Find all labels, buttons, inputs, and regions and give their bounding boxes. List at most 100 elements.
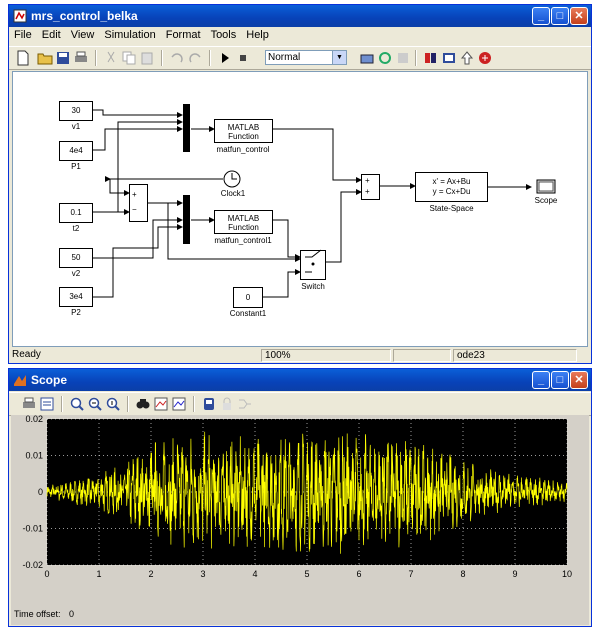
undo-icon[interactable] (169, 50, 185, 66)
scope-label: Scope (534, 196, 558, 205)
library-browser-icon[interactable] (423, 50, 439, 66)
redo-icon[interactable] (187, 50, 203, 66)
menu-file[interactable]: File (9, 27, 37, 41)
paste-icon[interactable] (139, 50, 155, 66)
build-icon[interactable] (359, 50, 375, 66)
constant-p2-block[interactable]: 3e4 (59, 287, 93, 307)
print-icon[interactable] (21, 396, 37, 412)
clock-label: Clock1 (220, 189, 246, 198)
scope-plot[interactable]: 0 1 2 3 4 5 6 7 8 9 10 0.02 0.01 0 -0.01 -0.02 (11, 415, 589, 605)
copy-icon[interactable] (121, 50, 137, 66)
y-tick-label: 0 (38, 487, 43, 497)
menu-help[interactable]: Help (241, 27, 274, 41)
new-model-icon[interactable] (15, 50, 31, 66)
x-tick-label: 2 (148, 569, 153, 579)
close-button[interactable]: ✕ (570, 7, 588, 25)
autoscale-icon[interactable] (135, 396, 151, 412)
constant-p2-label: P2 (71, 308, 81, 317)
update-diagram-icon[interactable] (377, 50, 393, 66)
model-titlebar[interactable]: mrs_control_belka _ □ ✕ (9, 5, 591, 27)
constant-v2-block[interactable]: 50 (59, 248, 93, 268)
parameters-icon[interactable] (39, 396, 55, 412)
menu-format[interactable]: Format (161, 27, 206, 41)
zoom-y-icon[interactable] (105, 396, 121, 412)
menu-view[interactable]: View (66, 27, 100, 41)
model-window-title: mrs_control_belka (31, 9, 138, 23)
model-window: mrs_control_belka _ □ ✕ File Edit View Simu… (8, 4, 592, 364)
constant-v1-label: v1 (71, 122, 81, 131)
matlab-function-1-label: matfun_control (216, 145, 270, 154)
scope-window-title: Scope (31, 373, 68, 387)
x-tick-label: 7 (408, 569, 413, 579)
constant-p1-label: P1 (71, 162, 81, 171)
matlab-function-2-label: matfun_control1 (214, 236, 272, 245)
y-tick-label: 0.01 (25, 451, 43, 461)
debug-icon[interactable] (395, 50, 411, 66)
x-tick-label: 3 (200, 569, 205, 579)
matlab-icon (14, 375, 26, 386)
x-tick-label: 0 (44, 569, 49, 579)
print-icon[interactable] (73, 50, 89, 66)
simulink-icon (13, 9, 27, 23)
zoom-x-icon[interactable] (87, 396, 103, 412)
save-axes-settings-icon[interactable] (153, 396, 169, 412)
parent-system-icon[interactable] (459, 50, 475, 66)
save-icon[interactable] (55, 50, 71, 66)
model-explorer-icon[interactable] (441, 50, 457, 66)
signal-selector-icon[interactable] (237, 396, 253, 412)
menu-bar: File Edit View Simulation Format Tools Help (9, 27, 591, 45)
open-folder-icon[interactable] (37, 50, 53, 66)
signal-lines (93, 104, 556, 298)
x-tick-label: 9 (512, 569, 517, 579)
chevron-down-icon[interactable]: ▼ (332, 51, 346, 64)
menu-tools[interactable]: Tools (206, 27, 242, 41)
menu-simulation[interactable]: Simulation (99, 27, 160, 41)
constant1-label: Constant1 (229, 309, 267, 318)
matlab-function-2-block[interactable]: MATLAB Function (214, 210, 273, 234)
y-tick-label: -0.02 (22, 560, 43, 570)
constant-v1-block[interactable]: 30 (59, 101, 93, 121)
constant-t2-block[interactable]: 0.1 (59, 203, 93, 223)
scope-maximize-button[interactable]: □ (551, 371, 569, 389)
x-tick-label: 6 (356, 569, 361, 579)
lock-axes-icon[interactable] (219, 396, 235, 412)
cut-icon[interactable] (103, 50, 119, 66)
floating-scope-icon[interactable] (201, 396, 217, 412)
constant1-block[interactable]: 0 (233, 287, 263, 308)
menu-edit[interactable]: Edit (37, 27, 66, 41)
zoom-level: 100% (261, 349, 391, 362)
sum1-block[interactable]: + − (129, 184, 148, 222)
scope-window: Scope _ □ ✕ 0 1 2 3 4 5 6 7 8 9 10 0.02 0.01 0 -0.01 -0… (8, 368, 592, 627)
model-status-bar: Ready 100% ode23 (9, 349, 591, 363)
zoom-icon[interactable] (69, 396, 85, 412)
scope-close-button[interactable]: ✕ (570, 371, 588, 389)
stop-simulation-icon[interactable] (235, 50, 251, 66)
solver-name: ode23 (453, 349, 577, 362)
restore-axes-settings-icon[interactable] (171, 396, 187, 412)
x-tick-label: 5 (304, 569, 309, 579)
constant-v2-label: v2 (71, 269, 81, 278)
scope-toolbar (9, 392, 591, 416)
maximize-button[interactable]: □ (551, 7, 569, 25)
minimize-button[interactable]: _ (532, 7, 550, 25)
x-tick-label: 4 (252, 569, 257, 579)
scope-titlebar[interactable]: Scope _ □ ✕ (9, 369, 591, 391)
status-text: Ready (12, 349, 41, 360)
debugger-icon[interactable] (477, 50, 493, 66)
constant-p1-block[interactable]: 4e4 (59, 141, 93, 161)
x-tick-label: 8 (460, 569, 465, 579)
x-tick-label: 10 (562, 569, 572, 579)
switch-label: Switch (301, 282, 325, 291)
x-tick-label: 1 (96, 569, 101, 579)
model-canvas[interactable]: 30 v1 4e4 P1 0.1 t2 50 v2 3e4 P2 + − MAT… (12, 71, 588, 347)
state-space-block[interactable]: x' = Ax+Bu y = Cx+Du (415, 172, 488, 202)
status-empty (393, 349, 451, 362)
simulation-mode-select[interactable]: Normal ▼ (265, 50, 347, 65)
scope-axes-panel: 0 1 2 3 4 5 6 7 8 9 10 0.02 0.01 0 -0.01 -0.02 Time off… (11, 415, 589, 625)
model-toolbar: Normal ▼ (9, 46, 591, 70)
switch-block[interactable] (300, 250, 326, 280)
start-simulation-icon[interactable] (217, 50, 233, 66)
matlab-function-1-block[interactable]: MATLAB Function (214, 119, 273, 143)
scope-minimize-button[interactable]: _ (532, 371, 550, 389)
sum2-block[interactable]: + + (361, 174, 380, 200)
